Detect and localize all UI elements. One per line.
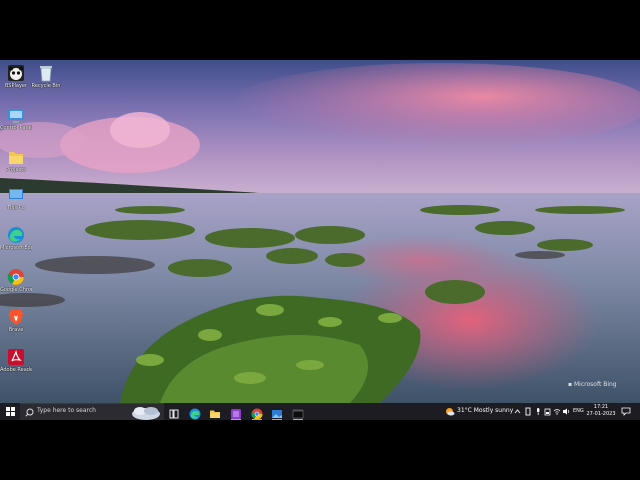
weather-sun-icon[interactable] (444, 406, 455, 417)
taskbar-app-file-explorer[interactable] (209, 405, 221, 418)
bing-icon: ▪ (568, 381, 573, 388)
brave-icon (9, 310, 23, 325)
folder-icon (210, 410, 220, 418)
search-placeholder: Type here to search (37, 407, 96, 414)
panda-icon (8, 65, 24, 81)
desktop-icon-brave[interactable]: Brave (0, 306, 32, 342)
chrome-icon (251, 408, 263, 420)
task-view-button[interactable] (168, 405, 180, 419)
volume-icon[interactable] (562, 407, 571, 416)
clock-date: 27-01-2023 (586, 411, 616, 417)
search-box[interactable]: Type here to search (20, 403, 164, 420)
chevron-up-icon[interactable] (514, 408, 521, 415)
clock[interactable]: 17:21 27-01-2023 (586, 404, 616, 418)
edge-icon (8, 227, 24, 243)
taskbar-app-photos[interactable] (271, 405, 283, 420)
desktop-icon-label: BSPlayer (4, 83, 28, 89)
desktop-icon-bsplayer[interactable]: BSPlayer (0, 62, 32, 98)
battery-icon[interactable] (544, 407, 552, 416)
desktop-icon-label: Projects (6, 167, 26, 173)
desktop-icon-projects[interactable]: Projects (0, 146, 32, 182)
language-indicator[interactable]: ENG (573, 408, 584, 414)
computer-icon (9, 189, 23, 202)
acrobat-icon (8, 349, 24, 365)
notification-icon[interactable] (621, 407, 631, 416)
desktop-icon-label: Brave (8, 327, 24, 333)
chrome-icon (7, 269, 24, 285)
search-highlight-icon (132, 407, 160, 420)
clock-time: 17:21 (593, 404, 609, 410)
windows-icon (6, 407, 15, 416)
desktop-icon-google-chrome[interactable]: Google Chrome (0, 266, 32, 302)
desktop-icon-label: Control Panel (0, 125, 32, 131)
microphone-icon[interactable] (534, 407, 542, 416)
desktop-icon-this-pc[interactable]: This PC (0, 184, 32, 220)
watermark-text: Microsoft Bing (574, 381, 617, 388)
desktop-icon-label: Adobe Reader XI (0, 367, 32, 373)
edge-icon (189, 408, 201, 420)
desktop-icon-control-panel[interactable]: Control Panel (0, 104, 32, 140)
task-view-icon (169, 409, 179, 419)
terminal-icon (292, 409, 304, 419)
taskbar-app-onenote[interactable] (230, 405, 242, 420)
desktop-icon-recycle-bin[interactable]: Recycle Bin (30, 62, 62, 98)
folder-icon (9, 152, 23, 164)
photos-icon (272, 410, 282, 418)
desktop-icon-label: Microsoft Edge (0, 245, 32, 251)
wallpaper (0, 60, 640, 403)
desktop-icon-adobe-reader[interactable]: Adobe Reader XI (0, 346, 32, 382)
search-icon (25, 408, 34, 417)
start-button[interactable] (3, 403, 17, 420)
wifi-icon[interactable] (553, 407, 561, 416)
wallpaper-watermark: ▪ Microsoft Bing (568, 381, 617, 388)
desktop-icon-label: This PC (6, 205, 26, 211)
desktop-icon-label: Google Chrome (0, 287, 32, 293)
weather-text[interactable]: 31°C Mostly sunny (457, 407, 513, 414)
taskbar-app-edge[interactable] (189, 405, 201, 420)
taskbar-app-chrome[interactable] (251, 405, 263, 420)
desktop-icon-microsoft-edge[interactable]: Microsoft Edge (0, 224, 32, 260)
taskbar: Type here to search 31°C Mostly sunny EN… (0, 403, 640, 420)
desktop-icon-label: Recycle Bin (31, 83, 61, 89)
control-panel-icon (8, 109, 24, 123)
usb-icon[interactable] (524, 407, 532, 416)
onenote-icon (231, 409, 241, 419)
taskbar-app-terminal[interactable] (292, 405, 304, 420)
recycle-bin-icon (40, 66, 52, 82)
desktop-screen: BSPlayer Recycle Bin Control Panel Proje… (0, 60, 640, 420)
